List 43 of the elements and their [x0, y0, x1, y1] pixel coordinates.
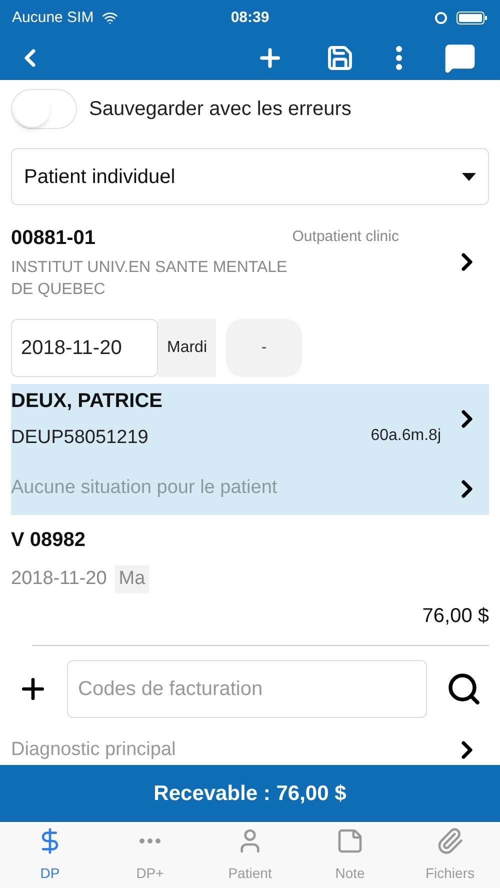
clock-time: 08:39 — [230, 8, 270, 28]
tab[interactable]: Fichiers — [400, 822, 500, 888]
establishment-row[interactable]: 00881-01 Outpatient clinic INSTITUT UNIV.EN SANTE MENTALE DE QUEBEC — [11, 223, 489, 301]
tab[interactable]: Patient — [200, 822, 300, 888]
visit-number: V 08982 — [11, 528, 87, 552]
tab[interactable]: DP — [0, 822, 100, 888]
search-icon — [446, 671, 482, 707]
situation-placeholder: Aucune situation pour le patient — [11, 476, 278, 500]
more-button[interactable] — [396, 46, 402, 70]
total-bar: Recevable : 76,00 $ — [0, 765, 500, 822]
carrier-label: Aucune SIM — [12, 8, 94, 28]
visit-amount: 76,00 $ — [422, 604, 489, 629]
establishment-code: 00881-01 — [11, 226, 96, 251]
diagnosis-row[interactable]: Diagnostic principal — [11, 736, 489, 764]
tab[interactable]: DP+ — [100, 822, 200, 888]
patient-id: DEUP58051219 — [11, 426, 148, 450]
patient-row[interactable]: DEUX, PATRICE DEUP58051219 60a.6m.8j — [11, 384, 489, 452]
tab[interactable]: Note — [300, 822, 400, 888]
battery-icon — [456, 11, 488, 25]
establishment-name: INSTITUT UNIV.EN SANTE MENTALE DE QUEBEC — [11, 258, 288, 300]
comment-button[interactable] — [444, 42, 476, 74]
more-icon — [139, 838, 161, 844]
chat-bubble-icon — [444, 42, 476, 74]
weekday-label: Mardi — [158, 319, 216, 377]
patient-age: 60a.6m.8j — [370, 426, 441, 446]
toggle-label: Sauvegarder avec les erreurs — [89, 97, 352, 122]
note-icon — [336, 826, 364, 854]
wifi-icon — [102, 10, 118, 26]
more-vertical-icon — [396, 46, 402, 70]
situation-row[interactable]: Aucune situation pour le patient — [11, 462, 489, 514]
toggle-switch[interactable] — [11, 89, 77, 129]
time-slot-button[interactable]: - — [226, 319, 302, 377]
patient-type-dropdown[interactable]: Patient individuel — [11, 148, 489, 205]
dropdown-arrow-icon — [462, 172, 476, 180]
save-button[interactable] — [326, 44, 354, 72]
establishment-type: Outpatient clinic — [292, 227, 399, 247]
paperclip-icon — [436, 826, 464, 854]
date-field[interactable]: 2018-11-20 — [11, 319, 158, 377]
visit-date: 2018-11-20 — [11, 566, 107, 590]
diagnosis-placeholder: Diagnostic principal — [11, 738, 177, 762]
visit-day: Ma — [114, 564, 150, 593]
billing-codes-field[interactable]: Codes de facturation — [67, 660, 427, 718]
patient-name: DEUX, PATRICE — [11, 389, 164, 414]
